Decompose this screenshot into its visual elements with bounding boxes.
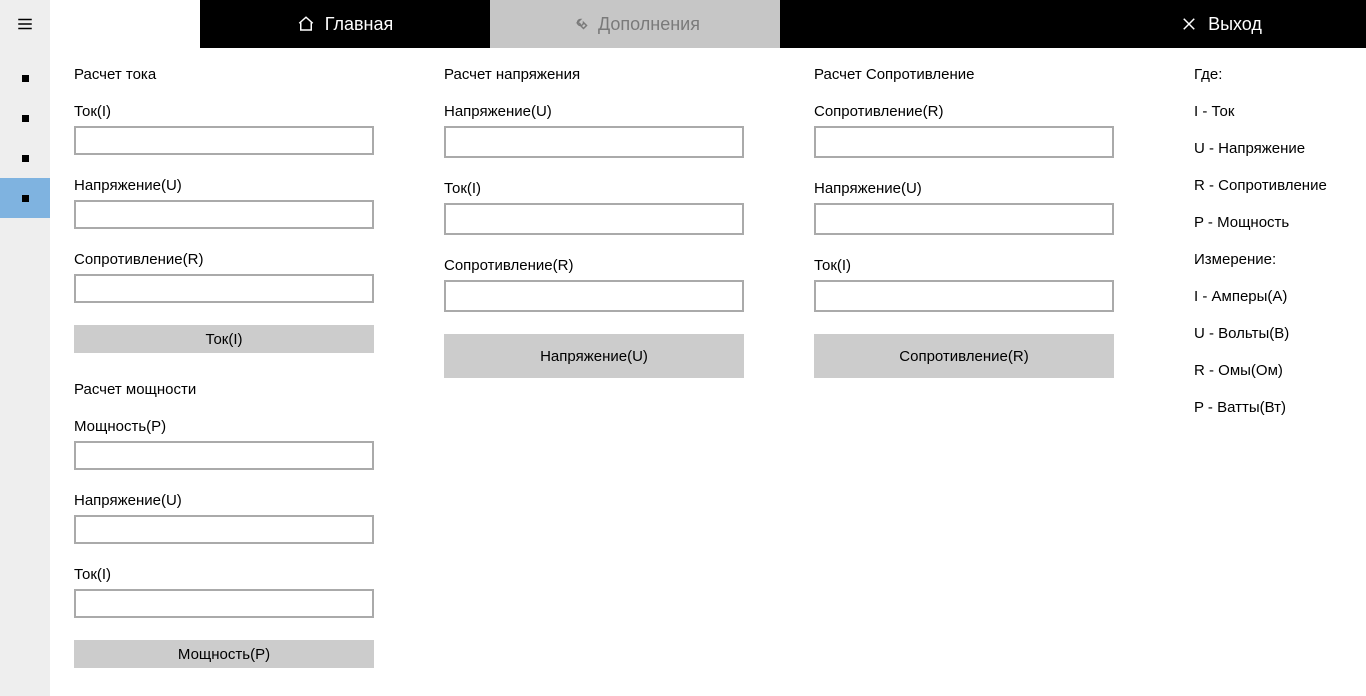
exit-label: Выход [1208, 14, 1262, 35]
current-f3-label: Сопротивление(R) [74, 251, 444, 268]
legend-ia: I - Амперы(А) [1194, 288, 1366, 305]
close-icon [1180, 15, 1198, 33]
hamburger-icon [16, 15, 34, 33]
legend-pw: P - Ватты(Вт) [1194, 399, 1366, 416]
power-f3-input[interactable] [74, 589, 374, 618]
voltage-f3-label: Сопротивление(R) [444, 257, 814, 274]
legend-uv: U - Вольты(В) [1194, 325, 1366, 342]
legend-ro: R - Омы(Ом) [1194, 362, 1366, 379]
legend-meas: Измерение: [1194, 251, 1366, 268]
wrench-icon [570, 15, 588, 33]
power-f2-label: Напряжение(U) [74, 492, 444, 509]
topbar-blank [50, 0, 200, 48]
sidebar-item-2[interactable] [0, 98, 50, 138]
resistance-f1-label: Сопротивление(R) [814, 103, 1184, 120]
current-f2-label: Напряжение(U) [74, 177, 444, 194]
current-calc-button[interactable]: Ток(I) [74, 325, 374, 353]
power-calc-button[interactable]: Мощность(P) [74, 640, 374, 668]
tab-addons[interactable]: Дополнения [490, 0, 780, 48]
square-icon [22, 115, 29, 122]
power-f1-label: Мощность(P) [74, 418, 444, 435]
sidebar-item-3[interactable] [0, 138, 50, 178]
topbar-spacer [780, 0, 1076, 48]
legend-where: Где: [1194, 66, 1366, 83]
power-f3-label: Ток(I) [74, 566, 444, 583]
column-1: Расчет тока Ток(I) Напряжение(U) Сопроти… [74, 66, 444, 696]
legend-u: U - Напряжение [1194, 140, 1366, 157]
tab-addons-label: Дополнения [598, 14, 700, 35]
resistance-f2-input[interactable] [814, 203, 1114, 235]
voltage-f3-input[interactable] [444, 280, 744, 312]
voltage-title: Расчет напряжения [444, 66, 814, 83]
square-icon [22, 155, 29, 162]
power-f2-input[interactable] [74, 515, 374, 544]
current-f3-input[interactable] [74, 274, 374, 303]
voltage-f2-label: Ток(I) [444, 180, 814, 197]
legend: Где: I - Ток U - Напряжение R - Сопротив… [1184, 66, 1366, 696]
main-content: Расчет тока Ток(I) Напряжение(U) Сопроти… [50, 48, 1366, 696]
column-3: Расчет Сопротивление Сопротивление(R) На… [814, 66, 1184, 696]
tab-home-label: Главная [325, 14, 394, 35]
left-sidebar [0, 48, 50, 696]
resistance-f2-label: Напряжение(U) [814, 180, 1184, 197]
current-f1-label: Ток(I) [74, 103, 444, 120]
resistance-calc-button[interactable]: Сопротивление(R) [814, 334, 1114, 378]
legend-i: I - Ток [1194, 103, 1366, 120]
tab-home[interactable]: Главная [200, 0, 490, 48]
current-title: Расчет тока [74, 66, 444, 83]
resistance-f3-label: Ток(I) [814, 257, 1184, 274]
square-icon [22, 195, 29, 202]
sidebar-item-1[interactable] [0, 58, 50, 98]
voltage-f1-label: Напряжение(U) [444, 103, 814, 120]
column-2: Расчет напряжения Напряжение(U) Ток(I) С… [444, 66, 814, 696]
resistance-title: Расчет Сопротивление [814, 66, 1184, 83]
voltage-f1-input[interactable] [444, 126, 744, 158]
resistance-f3-input[interactable] [814, 280, 1114, 312]
voltage-calc-button[interactable]: Напряжение(U) [444, 334, 744, 378]
current-f1-input[interactable] [74, 126, 374, 155]
resistance-f1-input[interactable] [814, 126, 1114, 158]
exit-button[interactable]: Выход [1076, 0, 1366, 48]
square-icon [22, 75, 29, 82]
sidebar-item-4[interactable] [0, 178, 50, 218]
current-f2-input[interactable] [74, 200, 374, 229]
legend-p: P - Мощность [1194, 214, 1366, 231]
power-title: Расчет мощности [74, 381, 444, 398]
voltage-f2-input[interactable] [444, 203, 744, 235]
power-f1-input[interactable] [74, 441, 374, 470]
legend-r: R - Сопротивление [1194, 177, 1366, 194]
home-icon [297, 15, 315, 33]
topbar: Главная Дополнения Выход [0, 0, 1366, 48]
menu-toggle[interactable] [0, 0, 50, 48]
